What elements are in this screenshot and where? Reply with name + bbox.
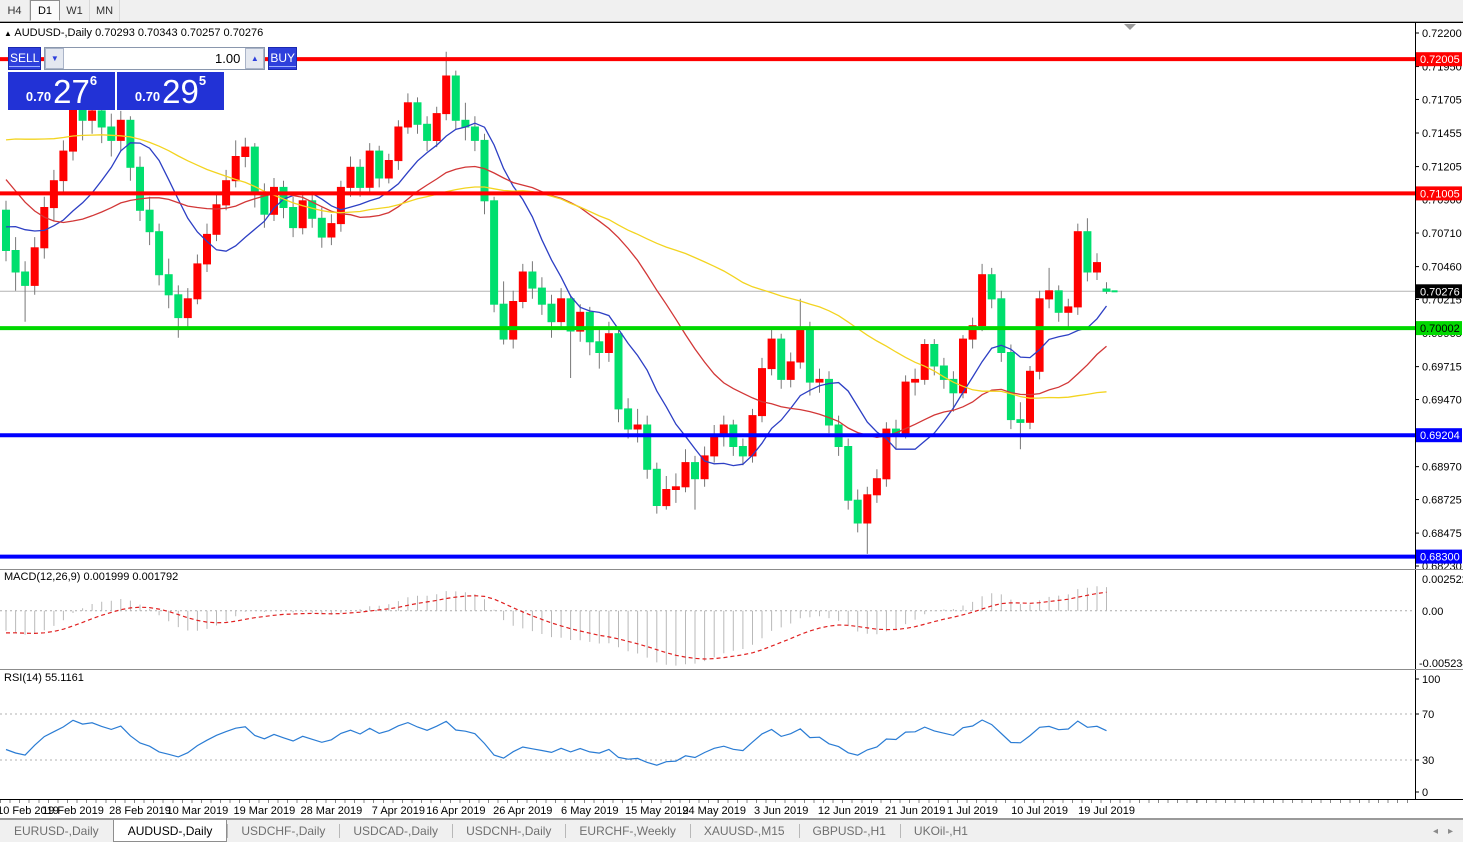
chart-tab-bar: EURUSD-,Daily AUDUSD-,Daily USDCHF-,Daily U… (0, 818, 1463, 842)
buy-button[interactable]: BUY (268, 47, 298, 70)
volume-increase-icon[interactable]: ▲ (245, 48, 265, 69)
svg-text:0.70002: 0.70002 (1420, 323, 1460, 335)
chart-tab[interactable]: XAUUSD-,M15 (689, 820, 799, 842)
svg-text:-0.005234: -0.005234 (1419, 658, 1463, 669)
axis-price-badge: 0.70276 (1416, 284, 1462, 299)
axis-price-badge: 0.71005 (1416, 186, 1462, 201)
date-label: 19 Mar 2019 (233, 805, 296, 817)
date-label: 21 Jun 2019 (884, 805, 946, 817)
sell-price-box[interactable]: 0.70 27 6 (8, 72, 115, 110)
svg-text:0.68475: 0.68475 (1422, 528, 1462, 540)
axis-price-badge: 0.68300 (1416, 549, 1462, 564)
tab-scroll-left-icon[interactable]: ◂ (1433, 826, 1438, 837)
svg-text:0.00: 0.00 (1422, 606, 1443, 618)
chart-tab[interactable]: EURUSD-,Daily (0, 820, 113, 842)
date-label: 10 Jul 2019 (1011, 805, 1068, 817)
collapse-triangle-icon[interactable]: ▲ (4, 29, 12, 38)
date-tick-marks (0, 800, 1415, 803)
svg-text:0: 0 (1422, 787, 1428, 799)
svg-text:100: 100 (1422, 674, 1440, 686)
volume-decrease-icon[interactable]: ▼ (45, 48, 65, 69)
svg-text:0.71705: 0.71705 (1422, 95, 1462, 107)
date-label: 19 Feb 2019 (42, 805, 104, 817)
timeframe-toolbar: H4 D1 W1 MN (0, 0, 1463, 22)
chart-title: ▲ AUDUSD-,Daily 0.70293 0.70343 0.70257 … (4, 27, 263, 39)
buy-price-box[interactable]: 0.70 29 5 (117, 72, 224, 110)
tab-scroll-arrows: ◂ ▸ (1433, 820, 1463, 842)
svg-text:0.68300: 0.68300 (1420, 552, 1460, 564)
volume-input[interactable] (64, 48, 246, 69)
svg-text:0.69715: 0.69715 (1422, 362, 1462, 374)
chart-symbol-label: AUDUSD-,Daily (14, 27, 92, 39)
timeframe-button-d1[interactable]: D1 (30, 0, 60, 21)
rsi-indicator-label: RSI(14) 55.1161 (4, 672, 84, 684)
date-label: 28 Mar 2019 (300, 805, 363, 817)
date-label: 24 May 2019 (682, 805, 746, 817)
date-label: 7 Apr 2019 (371, 805, 425, 817)
date-label: 3 Jun 2019 (753, 805, 809, 817)
svg-text:0.71455: 0.71455 (1422, 128, 1462, 140)
date-axis: 10 Feb 2019 19 Feb 2019 28 Feb 2019 10 Mar … (0, 799, 1463, 819)
svg-text:0.70460: 0.70460 (1422, 262, 1462, 274)
svg-text:70: 70 (1422, 709, 1434, 721)
chart-tab[interactable]: EURCHF-,Weekly (565, 820, 689, 842)
svg-text:30: 30 (1422, 755, 1434, 767)
date-label: 26 Apr 2019 (493, 805, 553, 817)
svg-text:0.002522: 0.002522 (1422, 574, 1463, 586)
svg-text:0.71205: 0.71205 (1422, 162, 1462, 174)
chart-tab[interactable]: USDCAD-,Daily (339, 820, 452, 842)
svg-text:0.69470: 0.69470 (1422, 395, 1462, 407)
timeframe-button-mn[interactable]: MN (90, 0, 121, 21)
svg-text:0.71005: 0.71005 (1420, 188, 1460, 200)
timeframe-button-h4[interactable]: H4 (0, 0, 30, 21)
chart-tab[interactable]: GBPUSD-,H1 (798, 820, 900, 842)
timeframe-button-w1[interactable]: W1 (60, 0, 90, 21)
chart-ohlc-values: 0.70293 0.70343 0.70257 0.70276 (95, 27, 264, 39)
chart-area[interactable]: ▲ AUDUSD-,Daily 0.70293 0.70343 0.70257 … (0, 22, 1463, 819)
date-label: 15 May 2019 (624, 805, 689, 817)
date-label: 1 Jul 2019 (947, 805, 998, 817)
chart-tab[interactable]: USDCNH-,Daily (452, 820, 565, 842)
svg-text:0.70710: 0.70710 (1422, 228, 1462, 240)
date-label: 6 May 2019 (561, 805, 619, 817)
svg-text:0.72005: 0.72005 (1420, 54, 1460, 66)
axis-price-badge: 0.69204 (1416, 428, 1462, 443)
sell-button[interactable]: SELL (8, 47, 42, 70)
svg-text:0.68725: 0.68725 (1422, 495, 1462, 507)
date-label: 10 Mar 2019 (166, 805, 229, 817)
chart-tab[interactable]: AUDUSD-,Daily (112, 820, 228, 842)
svg-text:0.68970: 0.68970 (1422, 462, 1462, 474)
axis-price-badge: 0.72005 (1416, 52, 1462, 67)
date-label: 12 Jun 2019 (817, 805, 879, 817)
one-click-trade-panel: SELL ▼ ▲ BUY 0.70276 0.70295 (8, 47, 298, 110)
chart-tab[interactable]: USDCHF-,Daily (227, 820, 339, 842)
macd-indicator-label: MACD(12,26,9) 0.001999 0.001792 (4, 571, 179, 583)
date-label: 16 Apr 2019 (426, 805, 486, 817)
svg-text:0.70276: 0.70276 (1420, 286, 1460, 298)
axis-price-badge: 0.70002 (1416, 321, 1462, 336)
date-label: 19 Jul 2019 (1078, 805, 1135, 817)
date-label: 28 Feb 2019 (109, 805, 171, 817)
chart-tab[interactable]: UKOil-,H1 (899, 820, 982, 842)
svg-text:0.69204: 0.69204 (1420, 430, 1460, 442)
tab-scroll-right-icon[interactable]: ▸ (1448, 826, 1453, 837)
volume-spinner: ▼ ▲ (44, 47, 266, 70)
svg-text:0.72200: 0.72200 (1422, 28, 1462, 40)
